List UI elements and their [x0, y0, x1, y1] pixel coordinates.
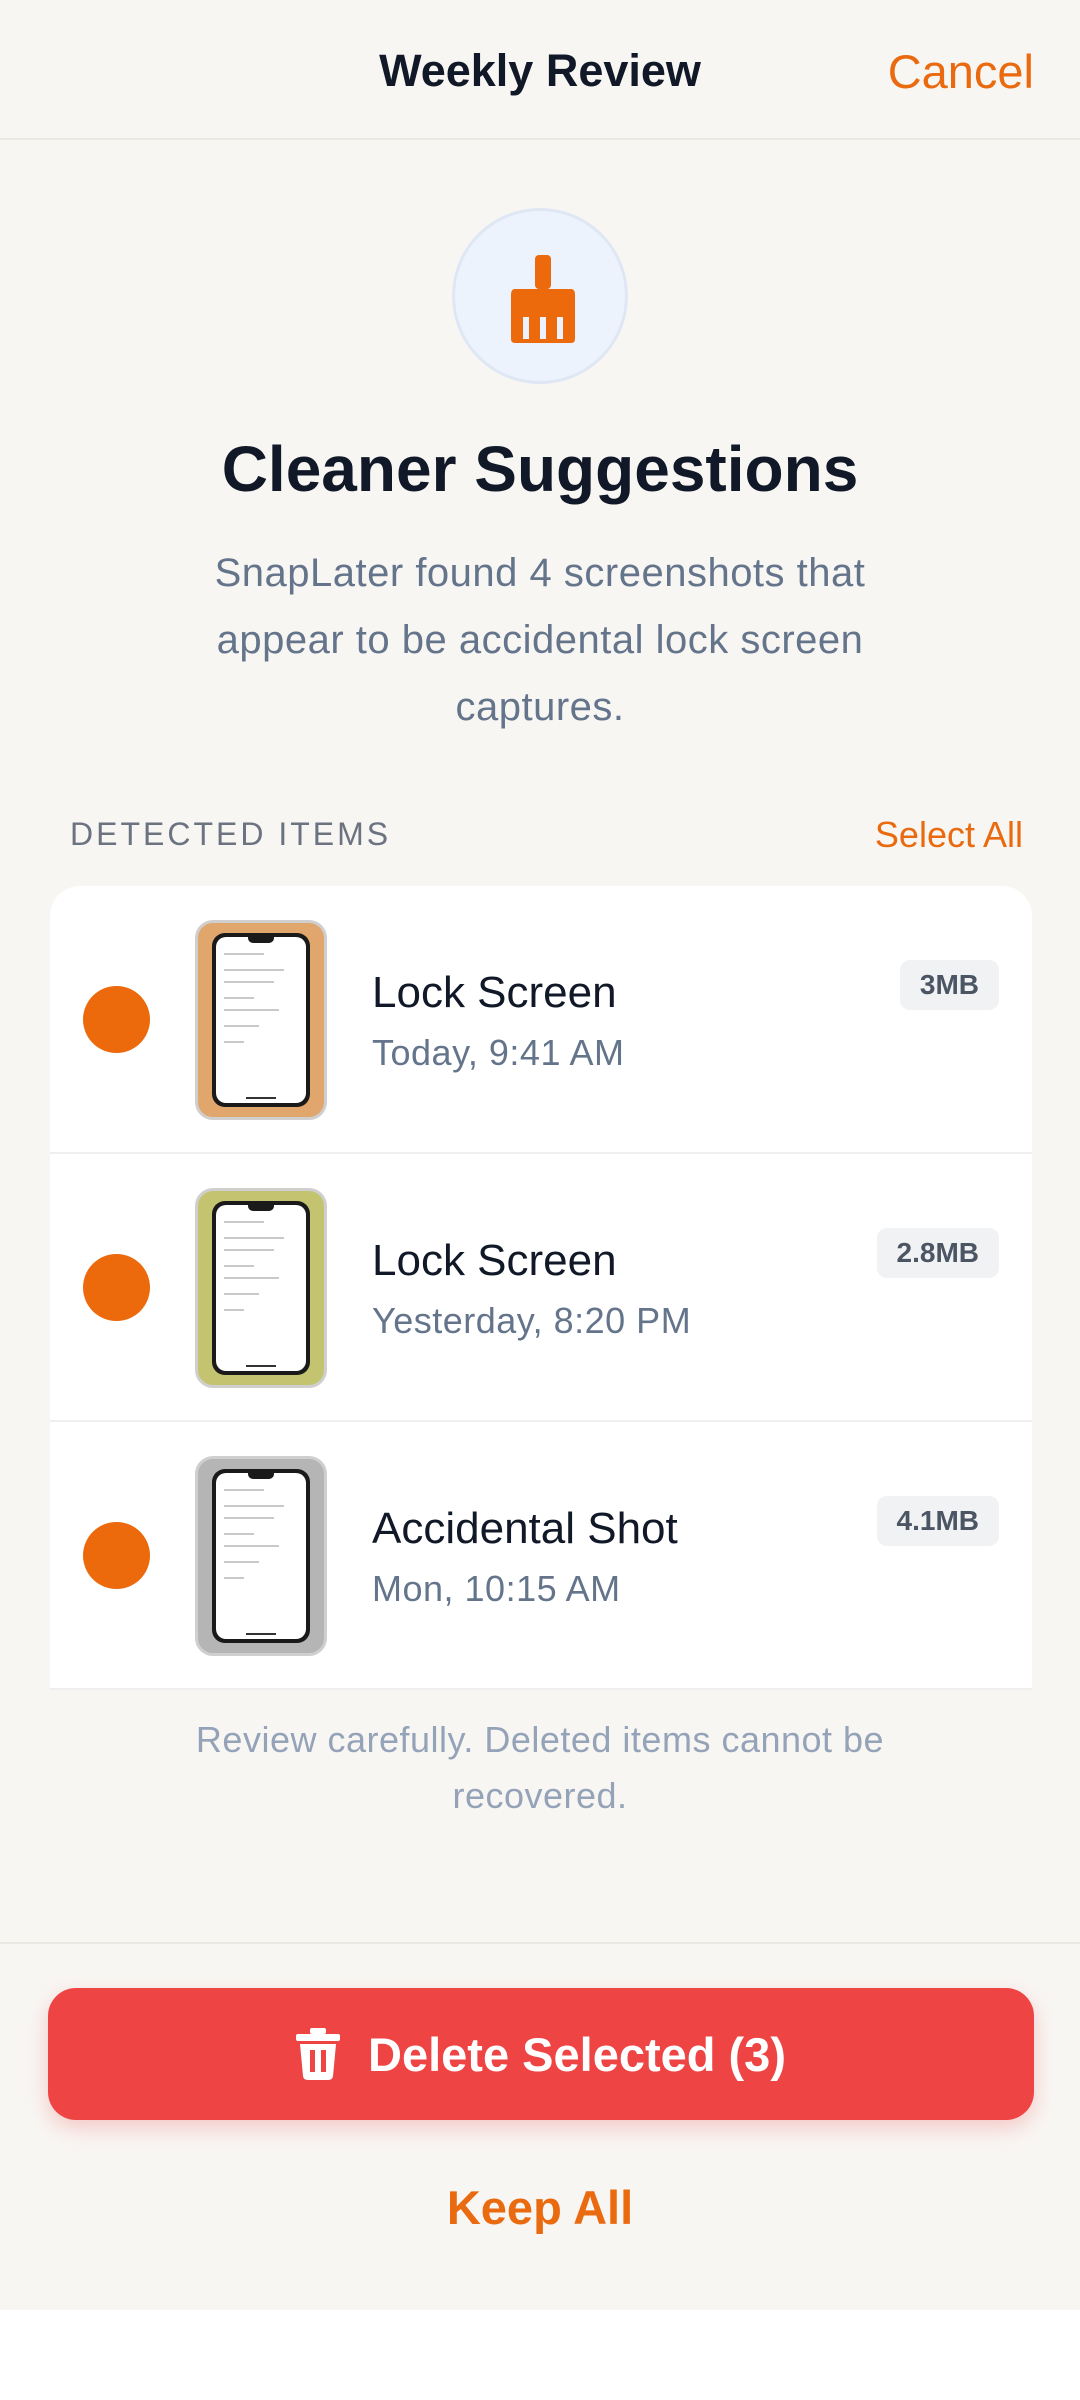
delete-selected-button[interactable]: Delete Selected (3)	[48, 1988, 1034, 2120]
header: Weekly Review Cancel	[0, 0, 1080, 140]
list-item[interactable]: Accidental Shot Mon, 10:15 AM 4.1MB	[50, 1422, 1032, 1690]
item-date: Mon, 10:15 AM	[372, 1568, 621, 1609]
detected-items-list: Lock Screen Today, 9:41 AM 3MB Lock Scre…	[50, 886, 1032, 1690]
selection-radio[interactable]	[83, 986, 150, 1053]
select-all-button[interactable]: Select All	[875, 814, 1023, 856]
broom-icon	[511, 255, 575, 343]
list-item[interactable]: Lock Screen Today, 9:41 AM 3MB	[50, 886, 1032, 1154]
item-title: Lock Screen	[372, 968, 617, 1017]
trash-icon	[296, 2028, 341, 2080]
section-label: DETECTED ITEMS	[70, 816, 392, 852]
warning-text: Review carefully. Deleted items cannot b…	[195, 1719, 885, 1816]
broom-icon-badge	[452, 208, 628, 384]
item-title: Lock Screen	[372, 1236, 617, 1285]
screenshot-thumbnail	[195, 920, 327, 1120]
screenshot-thumbnail	[195, 1188, 327, 1388]
selection-radio[interactable]	[83, 1522, 150, 1589]
size-badge: 2.8MB	[876, 1228, 999, 1278]
size-badge: 4.1MB	[876, 1496, 999, 1546]
hero-description: SnapLater found 4 screenshots that appea…	[214, 551, 866, 729]
item-date: Yesterday, 8:20 PM	[372, 1300, 692, 1341]
size-badge: 3MB	[899, 960, 999, 1010]
cleaner-screen: Weekly Review Cancel Cleaner Suggestions…	[0, 0, 1080, 2310]
item-title: Accidental Shot	[372, 1504, 678, 1553]
item-date: Today, 9:41 AM	[372, 1032, 625, 1073]
delete-selected-label: Delete Selected (3)	[368, 2027, 786, 2081]
hero-title: Cleaner Suggestions	[221, 433, 859, 505]
selection-radio[interactable]	[83, 1254, 150, 1321]
keep-all-button[interactable]: Keep All	[0, 2180, 1080, 2235]
list-item[interactable]: Lock Screen Yesterday, 8:20 PM 2.8MB	[50, 1154, 1032, 1422]
footer-divider	[0, 1942, 1080, 1944]
screenshot-thumbnail	[195, 1456, 327, 1656]
cancel-button[interactable]: Cancel	[888, 44, 1034, 99]
